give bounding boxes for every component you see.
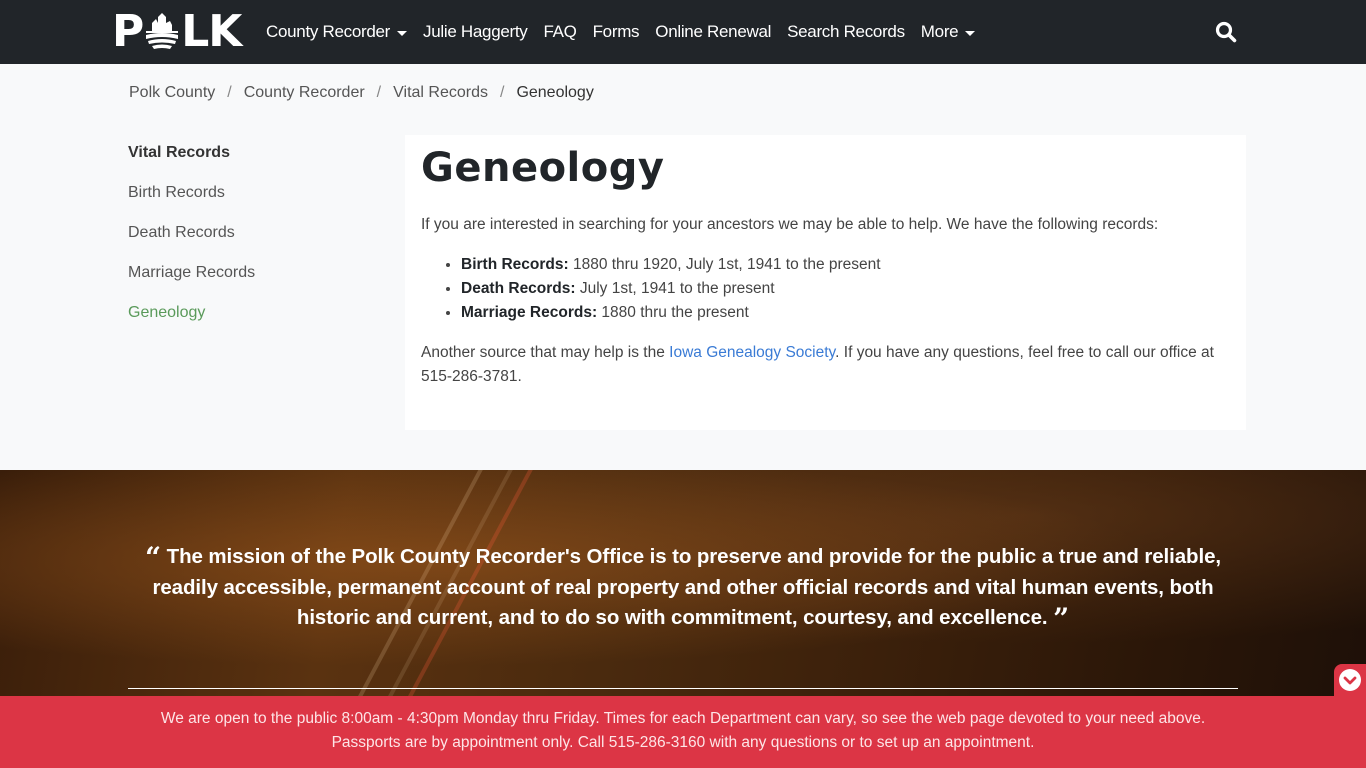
list-item: Birth Records: 1880 thru 1920, July 1st,… <box>461 253 881 277</box>
nav-label: More <box>920 22 959 41</box>
sidebar-item-birth-records[interactable]: Birth Records <box>128 182 368 204</box>
chevron-down-circle-icon <box>1339 669 1361 691</box>
breadcrumb-separator: / <box>227 84 232 101</box>
nav-label: Online Renewal <box>655 22 772 41</box>
list-item: Marriage Records: 1880 thru the present <box>461 301 881 325</box>
nav-label: Julie Haggerty <box>423 22 528 41</box>
nav-faq[interactable]: FAQ <box>535 22 584 42</box>
nav-more[interactable]: More <box>913 22 984 42</box>
quote-right-icon: ” <box>1053 602 1070 635</box>
outro-text: Another source that may help is the <box>421 344 670 361</box>
mission-statement: “ The mission of the Polk County Recorde… <box>128 542 1238 634</box>
polk-logo[interactable]: P LK <box>112 6 242 57</box>
breadcrumb-polk-county[interactable]: Polk County <box>129 84 215 102</box>
nav-county-recorder[interactable]: County Recorder <box>258 22 415 42</box>
list-item: Death Records: July 1st, 1941 to the pre… <box>461 277 881 301</box>
nav-online-renewal[interactable]: Online Renewal <box>647 22 779 42</box>
records-list: Birth Records: 1880 thru 1920, July 1st,… <box>461 253 881 325</box>
breadcrumb-separator: / <box>376 84 382 101</box>
page-title: Geneology <box>421 145 665 191</box>
breadcrumb: Polk County / County Recorder / Vital Re… <box>129 82 594 104</box>
sidebar-item-geneology[interactable]: Geneology <box>128 302 368 324</box>
mission-banner: “ The mission of the Polk County Recorde… <box>0 470 1366 696</box>
breadcrumb-separator: / <box>499 84 505 101</box>
search-button[interactable] <box>1214 20 1238 44</box>
record-label: Death Records: <box>461 280 576 297</box>
logo-letters-lk: LK <box>181 6 242 57</box>
main-nav: County Recorder Julie Haggerty FAQ Forms… <box>258 0 983 64</box>
divider <box>128 688 1238 689</box>
sidebar-item-death-records[interactable]: Death Records <box>128 222 368 244</box>
nav-label: FAQ <box>543 22 577 41</box>
record-label: Marriage Records: <box>461 304 598 321</box>
skyline-logo-icon <box>144 13 180 51</box>
caret-down-icon <box>397 30 408 36</box>
sidebar-item-marriage-records[interactable]: Marriage Records <box>128 262 368 284</box>
record-range: 1880 thru 1920, July 1st, 1941 to the pr… <box>568 256 881 273</box>
search-icon <box>1215 21 1237 43</box>
hours-alert-bar: We are open to the public 8:00am - 4:30p… <box>0 696 1366 768</box>
record-label: Birth Records: <box>461 256 569 273</box>
caret-down-icon <box>965 30 976 36</box>
nav-label: Forms <box>592 22 640 41</box>
nav-search-records[interactable]: Search Records <box>779 22 913 42</box>
nav-label: County Recorder <box>266 22 391 41</box>
breadcrumb-current: Geneology <box>516 84 594 101</box>
sidebar-heading: Vital Records <box>128 144 230 161</box>
logo-letter-p: P <box>112 6 144 57</box>
iowa-genealogy-society-link[interactable]: Iowa Genealogy Society <box>669 344 835 361</box>
record-range: 1880 thru the present <box>597 304 749 321</box>
nav-julie-haggerty[interactable]: Julie Haggerty <box>415 22 535 42</box>
record-range: July 1st, 1941 to the present <box>575 280 775 297</box>
sidebar-nav: Vital Records Birth Records Death Record… <box>128 142 368 342</box>
top-navbar: P LK County Recorder Julie Haggerty FAQ … <box>0 0 1366 64</box>
quote-left-icon: “ <box>145 541 162 574</box>
breadcrumb-county-recorder[interactable]: County Recorder <box>244 84 365 102</box>
breadcrumb-vital-records[interactable]: Vital Records <box>393 84 488 102</box>
intro-paragraph: If you are interested in searching for y… <box>421 216 1159 233</box>
outro-paragraph: Another source that may help is the Iowa… <box>421 341 1221 389</box>
nav-forms[interactable]: Forms <box>585 22 648 42</box>
alert-collapse-button[interactable] <box>1334 664 1366 696</box>
content-card: Geneology If you are interested in searc… <box>405 135 1246 430</box>
hours-alert-text: We are open to the public 8:00am - 4:30p… <box>160 710 1206 751</box>
nav-label: Search Records <box>787 22 905 41</box>
